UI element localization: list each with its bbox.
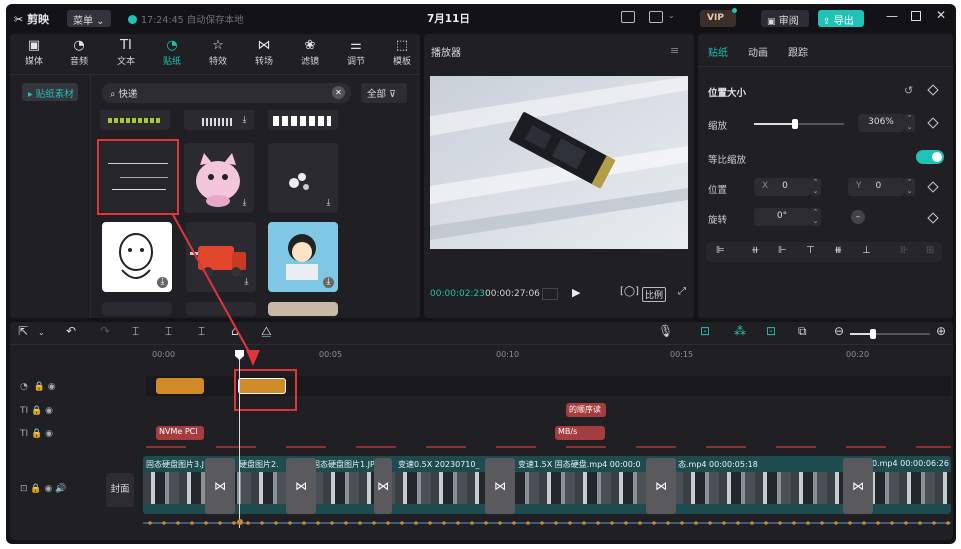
app-window: ✂ 剪映 菜单 ⌄ 17:24:45 自动保存本地 7月11日 ⌄ VIP ▣ … bbox=[6, 4, 956, 544]
annotation-arrow bbox=[171, 212, 260, 366]
